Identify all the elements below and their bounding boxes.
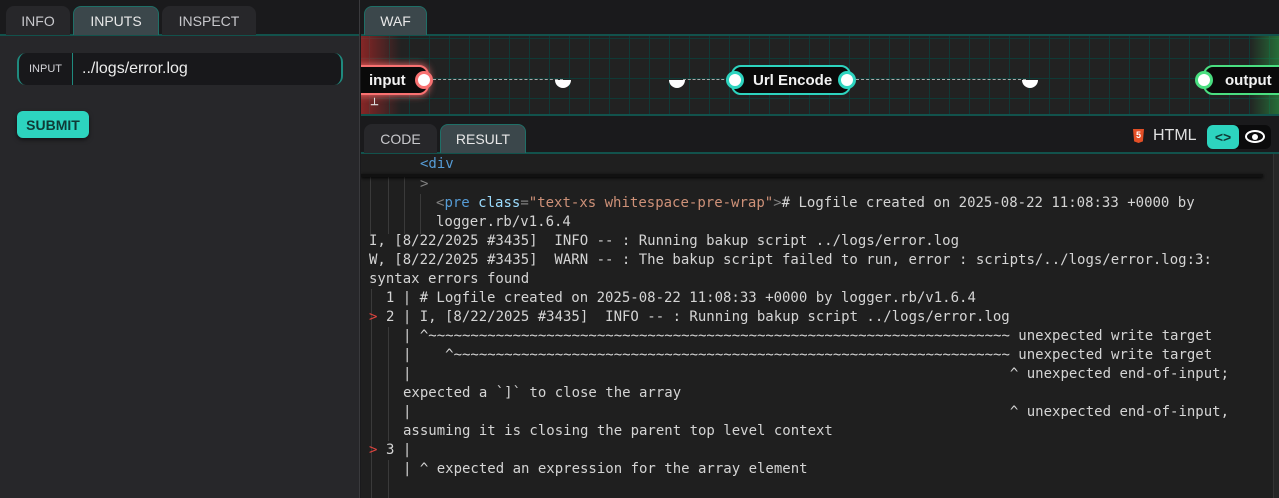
indent-guide (404, 174, 405, 234)
handle[interactable] (555, 80, 571, 88)
url-encode-in-port[interactable] (726, 71, 744, 89)
log-line: | ^~~~~~~~~~~~~~~~~~~~~~~~~~~~~~~~~~~~~~… (403, 347, 1213, 363)
input-port[interactable] (415, 71, 433, 89)
node-output-label: output (1225, 71, 1272, 89)
node-output[interactable]: output (1203, 65, 1279, 95)
input-value[interactable]: ../logs/error.log (73, 60, 188, 78)
tab-info[interactable]: INFO (6, 6, 70, 35)
log-line: expected a `]` to close the array (403, 385, 682, 401)
indent-guide (388, 174, 389, 234)
preview-eye-icon[interactable] (1245, 130, 1265, 143)
log-line: | ^ unexpected end-of-input, (403, 404, 1230, 420)
edge (683, 79, 729, 80)
indent-guide (420, 194, 421, 234)
log-line: syntax errors found (369, 271, 530, 287)
tab-result[interactable]: RESULT (440, 124, 526, 153)
html5-icon: 5 (1133, 129, 1144, 143)
log-line: W, [8/22/2025 #3435] WARN -- : The bakup… (369, 252, 1212, 268)
format-label: HTML (1153, 127, 1197, 144)
indent-guide (388, 460, 389, 498)
left-tab-bar: INFO INPUTS INSPECT (0, 0, 359, 36)
tab-waf[interactable]: WAF (364, 6, 427, 35)
log-line: assuming it is closing the parent top le… (403, 423, 833, 439)
sticky-shadow (361, 174, 1263, 177)
pre-line-wrap: logger.rb/v1.6.4 (436, 214, 571, 230)
log-line: | ^ expected an expression for the array… (403, 461, 808, 477)
handle[interactable] (669, 80, 685, 88)
tab-inspect[interactable]: INSPECT (162, 6, 256, 35)
workflow-tab-bar: WAF (361, 0, 1279, 36)
log-line: I, [8/22/2025 #3435] INFO -- : Running b… (369, 233, 960, 249)
input-label: INPUT (19, 53, 73, 85)
div-close-bracket: > (420, 176, 429, 192)
log-line: | ^~~~~~~~~~~~~~~~~~~~~~~~~~~~~~~~~~~~~~… (403, 328, 1213, 344)
node-graph[interactable]: input ⊣ Url Encode output (361, 36, 1279, 116)
code-view-icon[interactable]: <> (1207, 125, 1239, 149)
indent-guide (388, 327, 389, 441)
submit-button[interactable]: SUBMIT (17, 111, 89, 138)
tab-code[interactable]: CODE (364, 124, 437, 153)
url-encode-out-port[interactable] (838, 71, 856, 89)
view-toggle[interactable]: <> (1207, 125, 1271, 149)
error-marker: > (369, 442, 378, 458)
edge (856, 79, 1026, 80)
output-port[interactable] (1195, 71, 1213, 89)
pre-line: <pre class="text-xs whitespace-pre-wrap"… (436, 195, 1195, 211)
result-output: <div > <pre class="text-xs whitespace-pr… (361, 154, 1273, 498)
inputs-panel: INFO INPUTS INSPECT INPUT ../logs/error.… (0, 0, 360, 498)
tab-inputs[interactable]: INPUTS (73, 6, 159, 35)
log-line: | ^ unexpected end-of-input; (403, 366, 1230, 382)
node-url-encode[interactable]: Url Encode (731, 65, 851, 95)
error-marker: > (369, 309, 378, 325)
input-field[interactable]: INPUT ../logs/error.log (17, 53, 343, 85)
result-tab-bar: CODE RESULT 5 HTML <> (361, 118, 1279, 154)
div-open-tag: <div (420, 156, 454, 172)
input-side-marker: ⊣ (367, 97, 379, 106)
log-line: 2 | I, [8/22/2025 #3435] INFO -- : Runni… (386, 309, 1010, 325)
log-line: 1 | # Logfile created on 2025-08-22 11:0… (369, 290, 976, 306)
scrollbar[interactable] (1273, 154, 1279, 498)
workflow-panel: WAF input ⊣ Url Encode output CODE RESUL… (361, 0, 1279, 498)
edge (433, 79, 563, 80)
indent-guide (370, 174, 371, 234)
handle[interactable] (1022, 80, 1038, 88)
log-line: 3 | (386, 442, 412, 458)
